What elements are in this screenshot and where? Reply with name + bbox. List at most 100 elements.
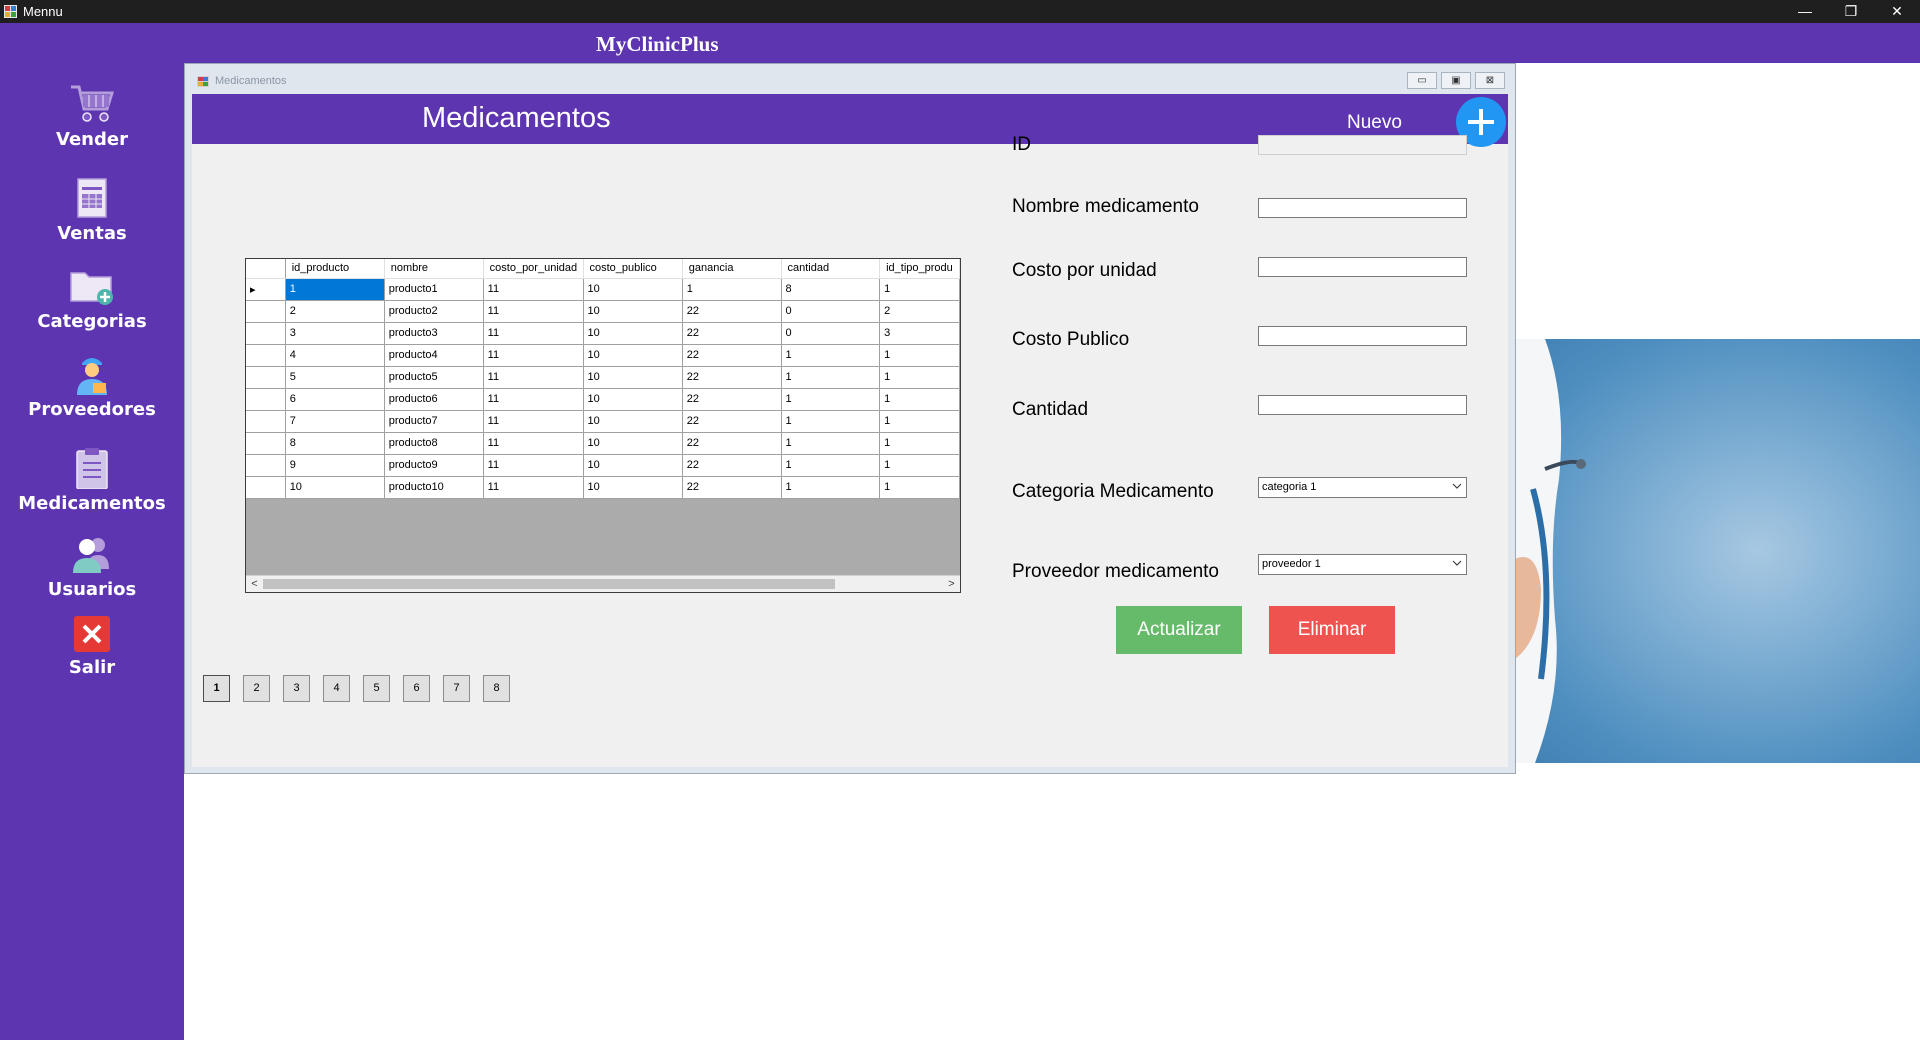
- table-cell[interactable]: 1: [781, 388, 881, 411]
- table-cell[interactable]: 10: [583, 300, 683, 323]
- row-header[interactable]: [246, 454, 286, 477]
- table-cell[interactable]: 11: [483, 322, 584, 345]
- table-cell[interactable]: 11: [483, 410, 584, 433]
- horizontal-scrollbar[interactable]: < >: [246, 575, 960, 592]
- table-cell[interactable]: 11: [483, 366, 584, 389]
- child-maximize-button[interactable]: ▣: [1441, 72, 1471, 89]
- table-cell[interactable]: 0: [781, 322, 881, 345]
- quantity-field[interactable]: [1258, 395, 1467, 415]
- row-header[interactable]: [246, 388, 286, 411]
- row-header[interactable]: [246, 300, 286, 323]
- table-cell[interactable]: producto7: [384, 410, 484, 433]
- unit-cost-field[interactable]: [1258, 257, 1467, 277]
- table-cell[interactable]: 8: [285, 432, 385, 455]
- sidebar-item-vender[interactable]: Vender: [0, 83, 184, 150]
- table-cell[interactable]: 4: [285, 344, 385, 367]
- table-cell[interactable]: 10: [583, 476, 683, 499]
- row-header[interactable]: [246, 366, 286, 389]
- table-row[interactable]: 4 producto4 11 10 22 1 1: [246, 344, 960, 367]
- page-button-4[interactable]: 4: [323, 675, 350, 702]
- scroll-right-button[interactable]: >: [943, 576, 960, 592]
- child-close-button[interactable]: ⊠: [1475, 72, 1505, 89]
- table-cell[interactable]: 10: [583, 410, 683, 433]
- update-button[interactable]: Actualizar: [1116, 606, 1242, 654]
- table-cell[interactable]: 10: [583, 388, 683, 411]
- delete-button[interactable]: Eliminar: [1269, 606, 1395, 654]
- products-grid[interactable]: id_producto nombre costo_por_unidad cost…: [245, 258, 961, 593]
- table-cell[interactable]: 1: [879, 410, 960, 433]
- scroll-left-button[interactable]: <: [246, 576, 263, 592]
- table-row[interactable]: 7 producto7 11 10 22 1 1: [246, 410, 960, 433]
- table-cell[interactable]: 10: [583, 322, 683, 345]
- row-header[interactable]: [246, 476, 286, 499]
- table-cell[interactable]: 1: [781, 410, 881, 433]
- column-header[interactable]: cantidad: [781, 259, 881, 279]
- table-cell[interactable]: 1: [781, 476, 881, 499]
- table-cell[interactable]: 3: [285, 322, 385, 345]
- table-cell[interactable]: 1: [682, 278, 782, 301]
- table-row[interactable]: 3 producto3 11 10 22 0 3: [246, 322, 960, 345]
- scroll-thumb[interactable]: [263, 579, 835, 589]
- table-cell[interactable]: producto3: [384, 322, 484, 345]
- table-row[interactable]: 8 producto8 11 10 22 1 1: [246, 432, 960, 455]
- table-cell[interactable]: 0: [781, 300, 881, 323]
- table-cell[interactable]: 2: [285, 300, 385, 323]
- table-row[interactable]: 9 producto9 11 10 22 1 1: [246, 454, 960, 477]
- table-cell[interactable]: 1: [781, 366, 881, 389]
- table-cell[interactable]: 5: [285, 366, 385, 389]
- table-cell[interactable]: 22: [682, 344, 782, 367]
- column-header[interactable]: costo_por_unidad: [483, 259, 584, 279]
- page-button-1[interactable]: 1: [203, 675, 230, 702]
- table-cell[interactable]: 1: [781, 344, 881, 367]
- row-header[interactable]: [246, 432, 286, 455]
- table-cell[interactable]: 3: [879, 322, 960, 345]
- table-cell[interactable]: 22: [682, 410, 782, 433]
- table-cell[interactable]: 1: [879, 388, 960, 411]
- table-cell[interactable]: 22: [682, 476, 782, 499]
- page-button-3[interactable]: 3: [283, 675, 310, 702]
- table-cell[interactable]: 11: [483, 300, 584, 323]
- row-header[interactable]: [246, 322, 286, 345]
- row-header[interactable]: [246, 410, 286, 433]
- table-cell[interactable]: 1: [781, 432, 881, 455]
- sidebar-item-usuarios[interactable]: Usuarios: [0, 533, 184, 600]
- table-cell[interactable]: 1: [781, 454, 881, 477]
- table-cell[interactable]: 1: [879, 366, 960, 389]
- table-cell[interactable]: 22: [682, 454, 782, 477]
- provider-select[interactable]: proveedor 1: [1258, 554, 1467, 575]
- table-cell[interactable]: 6: [285, 388, 385, 411]
- restore-button[interactable]: ❐: [1828, 0, 1874, 23]
- page-button-2[interactable]: 2: [243, 675, 270, 702]
- column-header[interactable]: ganancia: [682, 259, 782, 279]
- close-button[interactable]: ✕: [1874, 0, 1920, 23]
- table-cell[interactable]: producto9: [384, 454, 484, 477]
- table-row[interactable]: ▸ 1 producto1 11 10 1 8 1: [246, 278, 960, 301]
- table-cell[interactable]: producto8: [384, 432, 484, 455]
- table-cell[interactable]: 22: [682, 432, 782, 455]
- table-cell[interactable]: 1: [879, 344, 960, 367]
- minimize-button[interactable]: —: [1782, 0, 1828, 23]
- table-cell[interactable]: producto5: [384, 366, 484, 389]
- table-cell[interactable]: 1: [879, 454, 960, 477]
- table-row[interactable]: 6 producto6 11 10 22 1 1: [246, 388, 960, 411]
- table-cell[interactable]: producto1: [384, 278, 484, 301]
- table-cell[interactable]: 7: [285, 410, 385, 433]
- table-cell[interactable]: 11: [483, 432, 584, 455]
- table-cell[interactable]: 10: [583, 366, 683, 389]
- sidebar-item-salir[interactable]: Salir: [0, 615, 184, 678]
- column-header[interactable]: nombre: [384, 259, 484, 279]
- table-cell[interactable]: 2: [879, 300, 960, 323]
- table-cell[interactable]: 9: [285, 454, 385, 477]
- table-cell[interactable]: 11: [483, 454, 584, 477]
- category-select[interactable]: categoria 1: [1258, 477, 1467, 498]
- table-cell[interactable]: 11: [483, 278, 584, 301]
- table-cell[interactable]: 10: [583, 454, 683, 477]
- sidebar-item-proveedores[interactable]: Proveedores: [0, 353, 184, 420]
- new-label[interactable]: Nuevo: [1347, 112, 1402, 134]
- table-row[interactable]: 10 producto10 11 10 22 1 1: [246, 476, 960, 499]
- column-header[interactable]: id_producto: [285, 259, 385, 279]
- table-cell[interactable]: producto4: [384, 344, 484, 367]
- table-cell[interactable]: 8: [781, 278, 881, 301]
- table-cell[interactable]: 22: [682, 322, 782, 345]
- sidebar-item-medicamentos[interactable]: Medicamentos: [0, 447, 184, 514]
